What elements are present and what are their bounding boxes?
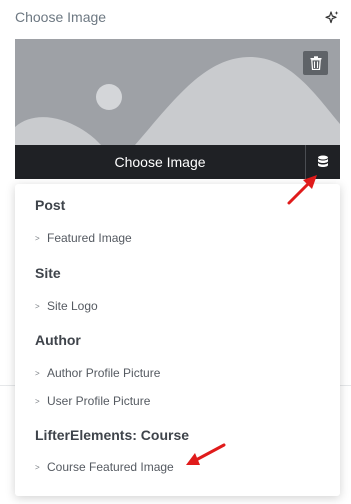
menu-group-title: Site	[35, 265, 61, 281]
menu-group-title: Author	[35, 332, 81, 348]
image-preview[interactable]: Choose Image	[15, 39, 340, 179]
chevron-right-icon: >	[35, 368, 40, 378]
menu-item-label: Featured Image	[47, 231, 132, 245]
menu-item-user-profile-picture[interactable]: > User Profile Picture	[35, 394, 150, 408]
image-placeholder-icon	[15, 39, 340, 145]
annotation-arrow-icon	[287, 175, 317, 205]
delete-image-button[interactable]	[303, 51, 328, 75]
menu-group-title: LifterElements: Course	[35, 427, 190, 443]
menu-item-label: User Profile Picture	[47, 394, 151, 408]
menu-item-label: Course Featured Image	[47, 460, 174, 474]
chevron-right-icon: >	[35, 396, 40, 406]
dynamic-tags-menu: Post > Featured Image Site > Site Logo A…	[15, 184, 340, 496]
menu-item-featured-image[interactable]: > Featured Image	[35, 231, 132, 245]
menu-group-title: Post	[35, 197, 66, 213]
control-title: Choose Image	[15, 9, 107, 25]
database-icon	[318, 155, 328, 167]
menu-item-author-profile-picture[interactable]: > Author Profile Picture	[35, 366, 160, 380]
annotation-arrow-icon	[186, 443, 226, 465]
chevron-right-icon: >	[35, 462, 40, 472]
trash-icon	[310, 56, 321, 70]
menu-item-label: Author Profile Picture	[47, 366, 161, 380]
menu-item-site-logo[interactable]: > Site Logo	[35, 299, 98, 313]
menu-item-label: Site Logo	[47, 299, 98, 313]
menu-item-course-featured-image[interactable]: > Course Featured Image	[35, 460, 174, 474]
chevron-right-icon: >	[35, 233, 40, 243]
chevron-right-icon: >	[35, 301, 40, 311]
ai-sparkle-icon[interactable]	[324, 10, 340, 26]
choose-image-button[interactable]: Choose Image	[15, 145, 305, 179]
